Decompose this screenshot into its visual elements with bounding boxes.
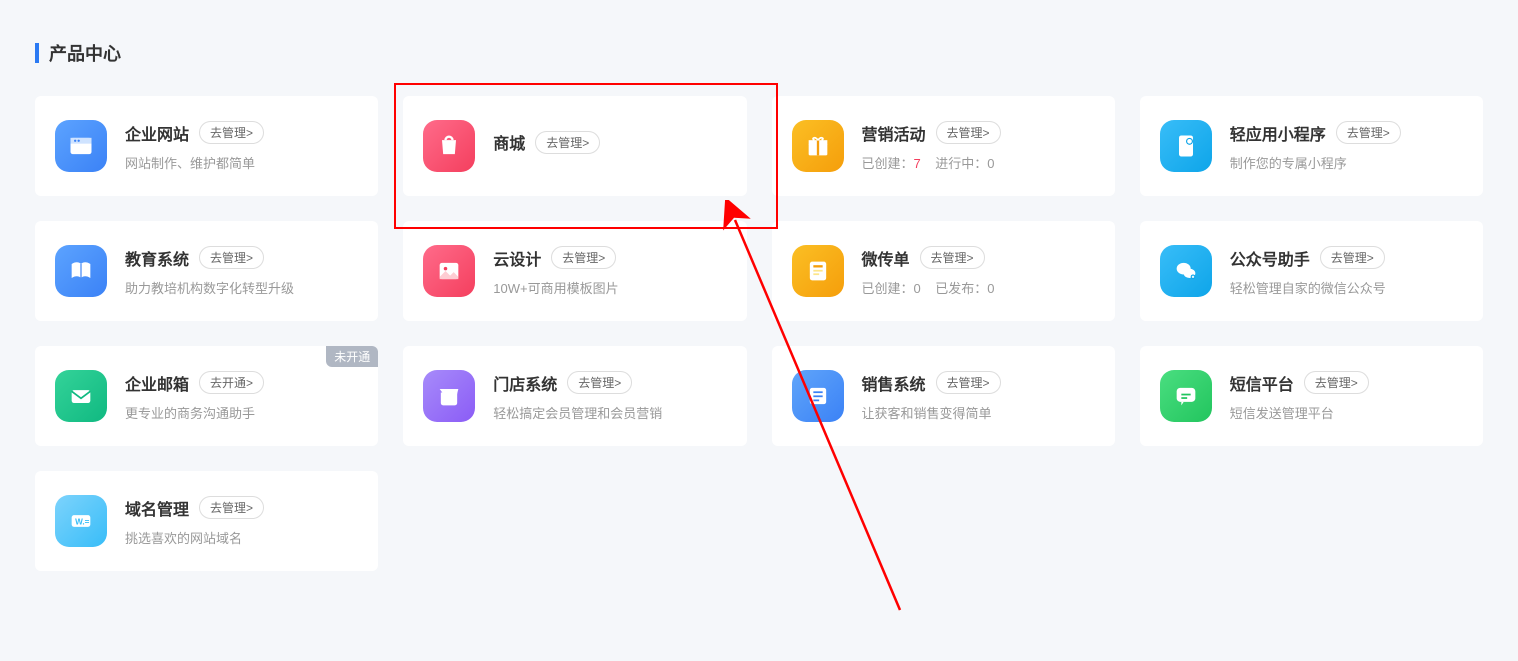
domain-icon: W.= bbox=[55, 495, 107, 547]
card-sms-platform[interactable]: 短信平台 去管理> 短信发送管理平台 bbox=[1140, 346, 1483, 446]
card-enterprise-mail[interactable]: 未开通 企业邮箱 去开通> 更专业的商务沟通助手 bbox=[35, 346, 378, 446]
manage-button[interactable]: 去管理> bbox=[199, 246, 264, 269]
miniapp-icon bbox=[1160, 120, 1212, 172]
open-button[interactable]: 去开通> bbox=[199, 371, 264, 394]
wechat-icon bbox=[1160, 245, 1212, 297]
card-title: 门店系统 bbox=[493, 371, 557, 395]
manage-button[interactable]: 去管理> bbox=[920, 246, 985, 269]
gift-icon bbox=[792, 120, 844, 172]
card-mall[interactable]: 商城 去管理> bbox=[403, 96, 746, 196]
card-title: 商城 bbox=[493, 130, 525, 154]
card-wechat-assistant[interactable]: 公众号助手 去管理> 轻松管理自家的微信公众号 bbox=[1140, 221, 1483, 321]
card-desc: 挑选喜欢的网站域名 bbox=[125, 528, 358, 547]
chat-icon bbox=[1160, 370, 1212, 422]
card-title: 短信平台 bbox=[1230, 371, 1294, 395]
manage-button[interactable]: 去管理> bbox=[551, 246, 616, 269]
card-desc: 网站制作、维护都简单 bbox=[125, 153, 358, 172]
stat-created-value: 7 bbox=[914, 156, 921, 171]
card-desc: 轻松管理自家的微信公众号 bbox=[1230, 278, 1463, 297]
store-icon bbox=[423, 370, 475, 422]
card-stats: 已创建：0 已发布：0 bbox=[862, 278, 1095, 297]
manage-button[interactable]: 去管理> bbox=[936, 121, 1001, 144]
manage-button[interactable]: 去管理> bbox=[199, 496, 264, 519]
card-title: 域名管理 bbox=[125, 496, 189, 520]
card-education[interactable]: 教育系统 去管理> 助力教培机构数字化转型升级 bbox=[35, 221, 378, 321]
manage-button[interactable]: 去管理> bbox=[1336, 121, 1401, 144]
card-title: 企业邮箱 bbox=[125, 371, 189, 395]
document-icon bbox=[792, 245, 844, 297]
manage-button[interactable]: 去管理> bbox=[936, 371, 1001, 394]
section-title-text: 产品中心 bbox=[49, 40, 121, 66]
stat-created-value: 0 bbox=[914, 281, 921, 296]
card-flyer[interactable]: 微传单 去管理> 已创建：0 已发布：0 bbox=[772, 221, 1115, 321]
card-title: 教育系统 bbox=[125, 246, 189, 270]
card-desc: 轻松搞定会员管理和会员营销 bbox=[493, 403, 726, 422]
manage-button[interactable]: 去管理> bbox=[567, 371, 632, 394]
manage-button[interactable]: 去管理> bbox=[199, 121, 264, 144]
svg-text:W.=: W.= bbox=[75, 518, 90, 527]
product-grid: 企业网站 去管理> 网站制作、维护都简单 商城 去管理> bbox=[35, 96, 1483, 571]
card-desc: 制作您的专属小程序 bbox=[1230, 153, 1463, 172]
card-store-system[interactable]: 门店系统 去管理> 轻松搞定会员管理和会员营销 bbox=[403, 346, 746, 446]
card-title: 营销活动 bbox=[862, 121, 926, 145]
card-desc: 短信发送管理平台 bbox=[1230, 403, 1463, 422]
stat-published-label: 已发布： bbox=[935, 281, 987, 296]
book-icon bbox=[55, 245, 107, 297]
card-title: 云设计 bbox=[493, 246, 541, 270]
manage-button[interactable]: 去管理> bbox=[1320, 246, 1385, 269]
card-sales-system[interactable]: 销售系统 去管理> 让获客和销售变得简单 bbox=[772, 346, 1115, 446]
stat-published-value: 0 bbox=[987, 281, 994, 296]
section-title: 产品中心 bbox=[35, 40, 1483, 66]
card-miniapp[interactable]: 轻应用小程序 去管理> 制作您的专属小程序 bbox=[1140, 96, 1483, 196]
browser-icon bbox=[55, 120, 107, 172]
stat-progress-label: 进行中： bbox=[935, 156, 987, 171]
card-title: 销售系统 bbox=[862, 371, 926, 395]
card-cloud-design[interactable]: 云设计 去管理> 10W+可商用模板图片 bbox=[403, 221, 746, 321]
stat-progress-value: 0 bbox=[987, 156, 994, 171]
mail-icon bbox=[55, 370, 107, 422]
card-marketing[interactable]: 营销活动 去管理> 已创建：7 进行中：0 bbox=[772, 96, 1115, 196]
not-opened-badge: 未开通 bbox=[326, 346, 378, 367]
card-title: 微传单 bbox=[862, 246, 910, 270]
card-title: 企业网站 bbox=[125, 121, 189, 145]
card-title: 公众号助手 bbox=[1230, 246, 1310, 270]
manage-button[interactable]: 去管理> bbox=[1304, 371, 1369, 394]
card-title: 轻应用小程序 bbox=[1230, 121, 1326, 145]
card-desc: 助力教培机构数字化转型升级 bbox=[125, 278, 358, 297]
card-desc: 让获客和销售变得简单 bbox=[862, 403, 1095, 422]
stat-created-label: 已创建： bbox=[862, 281, 914, 296]
image-icon bbox=[423, 245, 475, 297]
card-desc: 10W+可商用模板图片 bbox=[493, 278, 726, 297]
manage-button[interactable]: 去管理> bbox=[535, 131, 600, 154]
list-icon bbox=[792, 370, 844, 422]
stat-created-label: 已创建： bbox=[862, 156, 914, 171]
shopping-bag-icon bbox=[423, 120, 475, 172]
card-enterprise-site[interactable]: 企业网站 去管理> 网站制作、维护都简单 bbox=[35, 96, 378, 196]
card-stats: 已创建：7 进行中：0 bbox=[862, 153, 1095, 172]
title-accent-bar bbox=[35, 43, 39, 63]
card-desc: 更专业的商务沟通助手 bbox=[125, 403, 358, 422]
card-domain-management[interactable]: W.= 域名管理 去管理> 挑选喜欢的网站域名 bbox=[35, 471, 378, 571]
